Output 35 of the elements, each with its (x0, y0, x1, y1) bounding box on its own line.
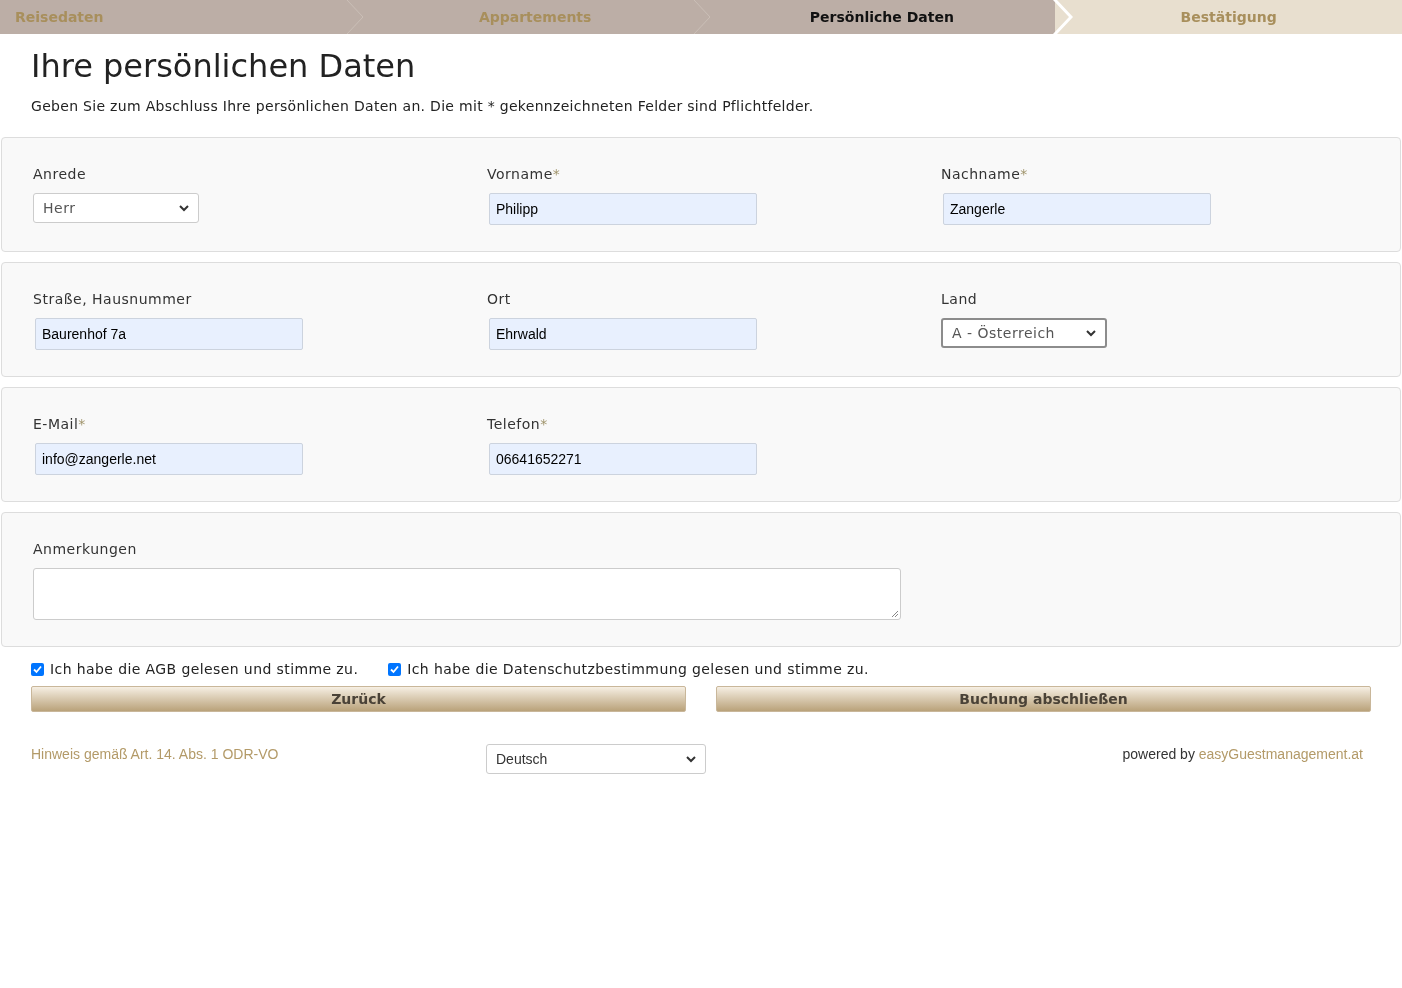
language-select[interactable]: Deutsch (486, 744, 706, 774)
text-field[interactable]: Philipp (489, 193, 757, 225)
intro-text: Geben Sie zum Abschluss Ihre persönlichen Daten an. Die mit * gekennzeichneten Felder sind Pflichtfelder. (31, 97, 815, 116)
page-title: Ihre persönlichen Daten (31, 46, 417, 86)
action-button[interactable]: Buchung abschließen (716, 686, 1371, 712)
field-label: Vorname* (487, 165, 562, 184)
field-label: Ort (487, 290, 512, 309)
field-label: Anmerkungen (33, 540, 138, 559)
resize-handle-icon (891, 610, 899, 618)
select-field[interactable]: Herr (33, 193, 199, 223)
text-field[interactable]: Ehrwald (489, 318, 757, 350)
checkbox[interactable] (388, 663, 402, 676)
text-field[interactable]: 06641652271 (489, 443, 757, 475)
checkbox[interactable] (31, 663, 44, 676)
step-divider-icon (345, 0, 364, 34)
field-label: Land (941, 290, 979, 309)
text-field[interactable]: info@zangerle.net (35, 443, 303, 475)
powered-by-text: powered by easyGuestmanagement.at (1122, 745, 1363, 764)
field-label: Telefon* (487, 415, 549, 434)
text-field[interactable]: Baurenhof 7a (35, 318, 303, 350)
field-label: Straße, Hausnummer (33, 290, 193, 309)
field-label: Nachname* (941, 165, 1029, 184)
chevron-down-icon (1086, 329, 1096, 337)
step-divider-icon (692, 0, 711, 34)
remarks-field[interactable] (33, 568, 901, 620)
field-label: E-Mail* (33, 415, 87, 434)
text-field[interactable]: Zangerle (943, 193, 1211, 225)
step-tab[interactable]: Persönliche Daten (708, 0, 1056, 34)
select-field[interactable]: A - Österreich (941, 318, 1107, 348)
field-label: Anrede (33, 165, 87, 184)
action-button[interactable]: Zurück (31, 686, 686, 712)
consent-label: Ich habe die AGB gelesen und stimme zu. (50, 660, 359, 679)
consent-label: Ich habe die Datenschutzbestimmung gelesen und stimme zu. (407, 660, 869, 679)
chevron-down-icon (686, 755, 696, 763)
chevron-down-icon (179, 204, 189, 212)
